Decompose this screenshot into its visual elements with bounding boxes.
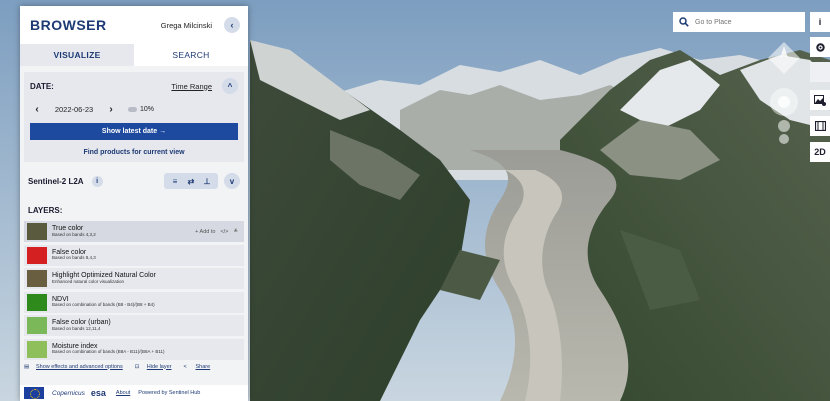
powered-by-link[interactable]: Powered by Sentinel Hub (138, 390, 200, 396)
layers-stack-icon[interactable]: ≡ (167, 177, 183, 186)
tab-search[interactable]: SEARCH (134, 44, 248, 66)
cloud-icon (128, 106, 137, 112)
time-range-link[interactable]: Time Range (171, 82, 212, 91)
date-picker[interactable]: 2022-06-23 (44, 105, 104, 114)
layer-item[interactable]: Highlight Optimized Natural Color Enhance… (24, 268, 244, 289)
layer-thumbnail (27, 340, 47, 358)
layer-subtitle: Based on bands 8,4,3 (52, 255, 96, 261)
toggle-2d-button[interactable]: 2D (810, 142, 830, 162)
layer-subtitle: Based on bands 12,11,4 (52, 325, 101, 331)
layer-item[interactable]: False color (urban) Based on bands 12,11,… (24, 315, 244, 336)
layer-list: True color Based on bands 4,3,2 + Add to … (24, 221, 244, 360)
layer-options-row: ▤ Show effects and advanced options ⊡ Hi… (24, 364, 244, 370)
image-download-button[interactable] (810, 90, 830, 110)
layer-thumbnail (27, 293, 47, 311)
show-latest-date-button[interactable]: Show latest date → (30, 123, 238, 140)
compass-widget[interactable] (766, 40, 802, 78)
sidebar-panel: BROWSER Grega Milcinski ‹ VISUALIZE SEAR… (20, 6, 248, 401)
expand-collection-button[interactable]: v (224, 173, 240, 189)
sidebar-header: BROWSER Grega Milcinski ‹ (20, 6, 248, 44)
copernicus-logo[interactable]: Copernicus (52, 390, 85, 397)
layer-thumbnail (27, 317, 47, 334)
previous-date-button[interactable]: ‹ (30, 104, 44, 115)
cloud-coverage-value: 10% (140, 105, 155, 113)
layer-item[interactable]: True color Based on bands 4,3,2 + Add to … (24, 221, 244, 242)
user-name[interactable]: Grega Milcinski (161, 21, 212, 30)
chevron-up-icon: ^ (227, 81, 233, 91)
hide-layer-link[interactable]: Hide layer (147, 364, 172, 370)
gear-icon (815, 42, 825, 52)
blank-tool-button[interactable] (810, 62, 830, 82)
layer-subtitle: Based on combination of bands (B8A - B11… (52, 349, 165, 355)
place-search-input[interactable] (695, 18, 795, 26)
cloud-coverage[interactable]: 10% (128, 106, 154, 113)
show-latest-label: Show latest date (101, 128, 158, 135)
date-panel: DATE: Time Range ^ ‹ 2022-06-23 › 10% Sh… (24, 72, 244, 162)
timelapse-button[interactable] (810, 116, 830, 136)
layer-subtitle: Enhanced natural color visualization (52, 278, 125, 284)
collapse-sidebar-button[interactable]: ‹ (224, 17, 240, 33)
sidebar-tabs: VISUALIZE SEARCH (20, 44, 248, 66)
eu-flag-logo (24, 387, 44, 399)
arrow-right-icon: → (159, 128, 167, 135)
layer-thumbnail (27, 246, 47, 264)
esa-logo[interactable]: esa (91, 388, 106, 398)
app-brand: BROWSER (30, 17, 107, 33)
image-download-icon (814, 94, 826, 106)
pin-icon[interactable]: ⊥ (199, 177, 215, 186)
share-link[interactable]: Share (196, 364, 211, 370)
settings-button[interactable] (810, 37, 830, 57)
tilt-control[interactable] (768, 86, 800, 148)
layers-heading: LAYERS: (28, 206, 63, 215)
double-chevron-down-icon[interactable]: ≚ (233, 229, 238, 235)
compare-icon[interactable]: ⇄ (183, 177, 199, 186)
find-products-link[interactable]: Find products for current view (30, 149, 238, 156)
add-to-label: Add to (199, 228, 216, 235)
tab-visualize[interactable]: VISUALIZE (20, 44, 134, 66)
layer-subtitle: Based on bands 4,3,2 (52, 231, 96, 237)
effects-icon: ▤ (24, 363, 30, 370)
next-date-button[interactable]: › (104, 104, 118, 115)
share-icon: < (183, 363, 187, 370)
show-effects-link[interactable]: Show effects and advanced options (36, 364, 123, 370)
layer-thumbnail (27, 223, 47, 240)
layer-item[interactable]: False color Based on bands 8,4,3 (24, 244, 244, 266)
chevron-down-icon: v (229, 176, 235, 186)
layer-tool-group: ≡ ⇄ ⊥ (164, 173, 218, 189)
layer-thumbnail (27, 270, 47, 287)
chevron-left-icon: ‹ (230, 20, 234, 30)
collection-info-icon[interactable]: i (91, 175, 103, 187)
search-icon (677, 15, 691, 29)
layer-item[interactable]: Moisture index Based on combination of ba… (24, 338, 244, 360)
film-icon (814, 121, 826, 131)
hide-icon: ⊡ (134, 363, 140, 370)
layer-subtitle: Based on combination of bands (B8 - B4)/… (52, 302, 155, 308)
about-link[interactable]: About (116, 390, 130, 396)
code-icon[interactable]: </> (220, 229, 228, 235)
collection-name[interactable]: Sentinel-2 L2A (28, 177, 84, 186)
add-to-button[interactable]: + Add to (195, 229, 215, 235)
info-button[interactable]: i (810, 12, 830, 32)
layer-item[interactable]: NDVI Based on combination of bands (B8 - … (24, 291, 244, 313)
sidebar-footer: Copernicus esa About Powered by Sentinel… (20, 385, 248, 401)
collapse-date-button[interactable]: ^ (222, 78, 238, 94)
collection-row: Sentinel-2 L2A i ≡ ⇄ ⊥ v (24, 170, 244, 192)
date-label: DATE: (30, 81, 54, 91)
place-search-box[interactable] (673, 12, 805, 32)
